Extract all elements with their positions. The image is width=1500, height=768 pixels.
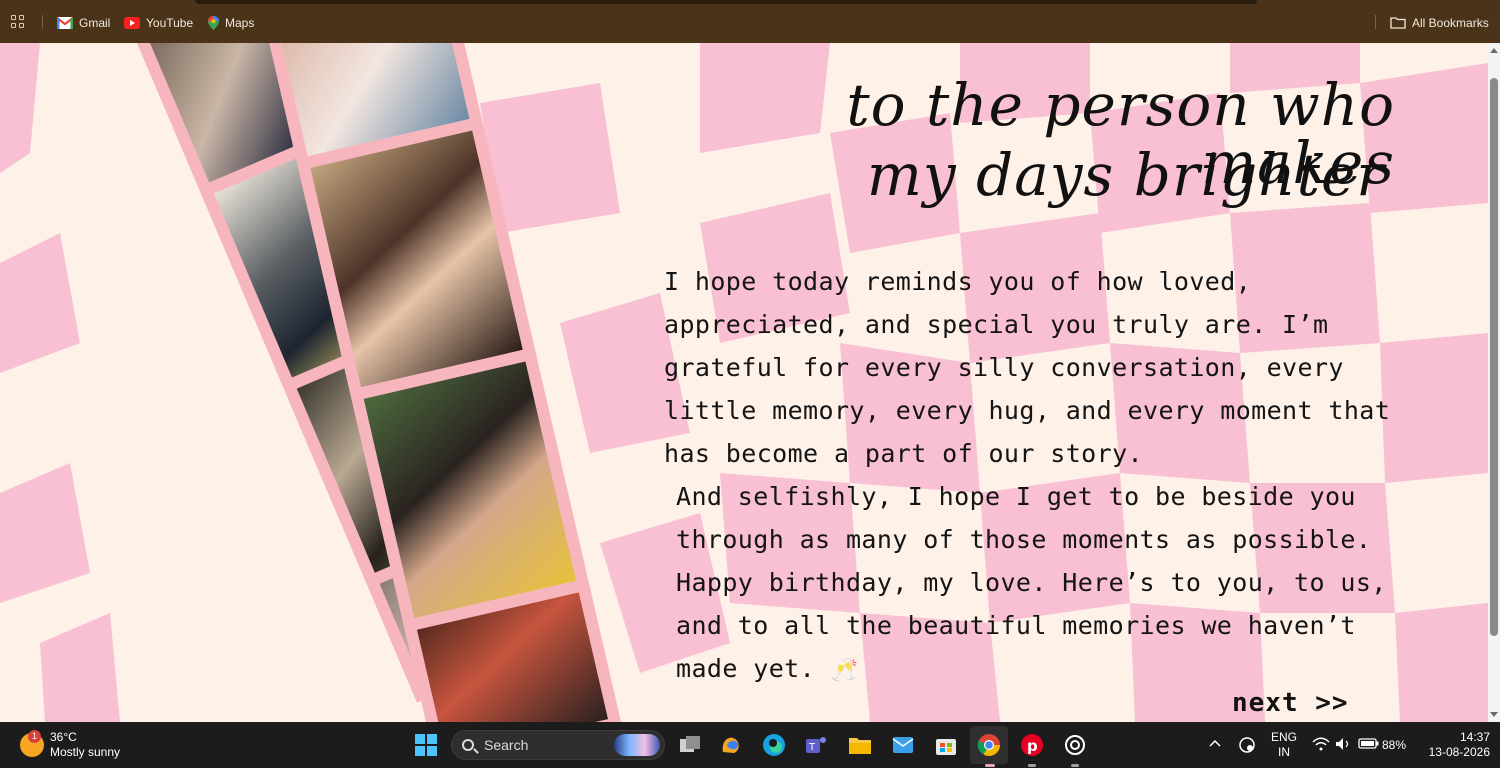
chatgpt-running-indicator — [1071, 764, 1079, 767]
weather-temperature: 36°C — [50, 730, 77, 744]
chatgpt-icon[interactable] — [1062, 732, 1088, 758]
mail-icon[interactable] — [890, 732, 916, 758]
champagne-icon: 🥂 — [830, 658, 859, 683]
pinterest-running-indicator — [1028, 764, 1036, 767]
search-icon — [462, 739, 474, 751]
task-view-icon[interactable] — [677, 732, 703, 758]
taskbar-search[interactable]: Search — [451, 730, 665, 760]
search-label: Search — [484, 737, 529, 753]
svg-text:p: p — [1027, 737, 1038, 755]
clock[interactable]: 14:37 13-08-2026 — [1418, 730, 1490, 760]
page-scrollbar[interactable] — [1488, 43, 1500, 722]
bookmark-label: YouTube — [146, 15, 194, 30]
notification-badge: 1 — [28, 730, 41, 743]
weather-widget[interactable]: 1 36°C Mostly sunny — [20, 730, 120, 760]
security-icon[interactable] — [1238, 736, 1256, 754]
bookmarks-separator — [42, 15, 43, 29]
next-button[interactable]: next >> — [1232, 688, 1349, 718]
chevron-up-icon[interactable] — [1209, 739, 1221, 747]
maps-icon — [208, 15, 219, 30]
web-page: to the person who makes my days brighter… — [0, 43, 1488, 722]
bookmark-youtube[interactable]: YouTube — [124, 14, 193, 31]
photo-restaurant — [417, 592, 608, 722]
windows-taskbar: 1 36°C Mostly sunny Search T p ENG IN 88… — [0, 722, 1500, 768]
search-highlight-icon — [614, 734, 660, 756]
bookmarks-bar: Gmail YouTube Maps All Bookmarks — [0, 0, 1500, 43]
sun-icon: 1 — [20, 730, 44, 757]
chrome-icon[interactable] — [976, 732, 1002, 758]
store-icon[interactable] — [933, 732, 959, 758]
edge-icon[interactable] — [761, 732, 787, 758]
message-paragraph-1: I hope today reminds you of how loved, a… — [664, 267, 1391, 468]
folder-icon — [1390, 17, 1406, 29]
message-paragraph-2: And selfishly, I hope I get to be beside… — [664, 475, 1424, 692]
photo-close-smiles — [310, 130, 523, 388]
battery-percent: 88% — [1382, 738, 1407, 752]
chrome-active-indicator — [985, 764, 995, 767]
battery-icon[interactable] — [1358, 737, 1380, 750]
bookmark-label: Gmail — [79, 15, 111, 30]
birthday-message: I hope today reminds you of how loved, a… — [664, 260, 1424, 692]
svg-text:T: T — [808, 742, 816, 753]
all-bookmarks-label: All Bookmarks — [1412, 15, 1489, 30]
all-bookmarks-button[interactable]: All Bookmarks — [1390, 14, 1489, 31]
windows-start-icon[interactable] — [413, 732, 439, 758]
scroll-up-arrow-icon[interactable] — [1490, 48, 1498, 53]
bookmark-maps[interactable]: Maps — [208, 14, 254, 31]
clock-date: 13-08-2026 — [1428, 745, 1490, 759]
teams-icon[interactable]: T — [803, 732, 829, 758]
language-code: ENG — [1270, 730, 1297, 744]
bookmark-gmail[interactable]: Gmail — [57, 14, 110, 31]
volume-icon[interactable] — [1335, 737, 1351, 751]
message-paragraph-2-text: And selfishly, I hope I get to be beside… — [676, 482, 1387, 683]
wifi-icon[interactable] — [1312, 736, 1330, 752]
bookmarks-separator — [1375, 15, 1376, 29]
scrollbar-thumb[interactable] — [1490, 78, 1498, 636]
youtube-icon — [124, 16, 140, 29]
bookmark-label: Maps — [225, 15, 255, 30]
gmail-icon — [57, 16, 73, 29]
clock-time: 14:37 — [1459, 730, 1490, 744]
scroll-down-arrow-icon[interactable] — [1490, 712, 1498, 717]
tab-strip-edge — [195, 0, 1257, 4]
page-title-line-2: my days brighter — [866, 141, 1385, 209]
region-code: IN — [1278, 745, 1290, 759]
photo-flower-hair — [363, 361, 577, 619]
file-explorer-icon[interactable] — [847, 732, 873, 758]
language-indicator[interactable]: ENG IN — [1270, 730, 1298, 760]
apps-grid-icon[interactable] — [11, 15, 25, 29]
weather-description: Mostly sunny — [50, 745, 121, 759]
pinterest-icon[interactable]: p — [1019, 732, 1045, 758]
copilot-icon[interactable] — [718, 732, 744, 758]
